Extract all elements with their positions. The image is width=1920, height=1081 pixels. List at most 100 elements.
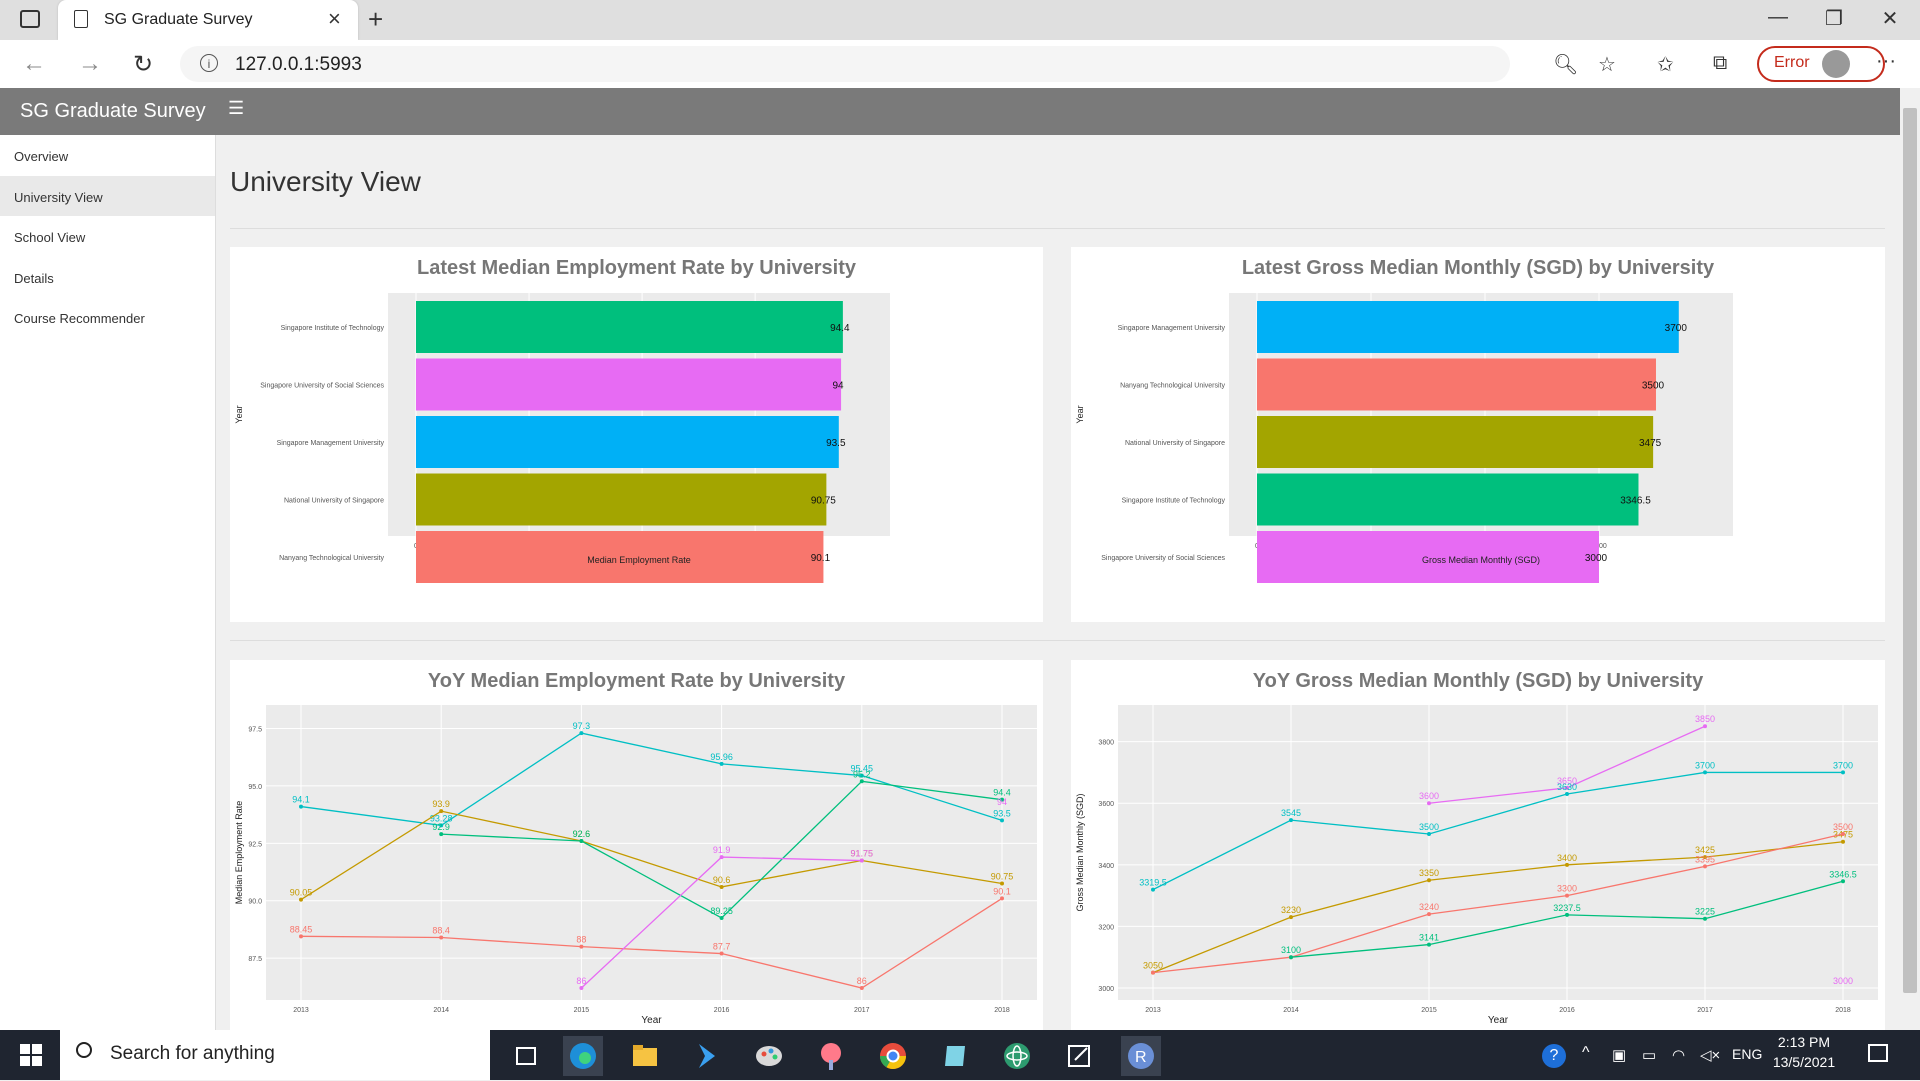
vscode-icon[interactable] xyxy=(687,1036,727,1076)
data-label: 3000 xyxy=(1833,976,1853,986)
more-icon[interactable]: ··· xyxy=(1876,50,1896,73)
data-label: 3395 xyxy=(1695,854,1715,864)
y-tick-label: Singapore University of Social Sciences xyxy=(1101,555,1225,562)
chart-panel-salary-latest: Latest Gross Median Monthly (SGD) by Uni… xyxy=(1071,247,1885,622)
data-label: 3319.5 xyxy=(1139,878,1167,888)
data-point xyxy=(859,779,864,784)
notes-app-icon[interactable] xyxy=(935,1036,975,1076)
windows-start-icon[interactable] xyxy=(20,1044,42,1066)
data-point xyxy=(1151,970,1155,975)
zoom-icon[interactable]: 🔍︎ xyxy=(1553,52,1578,77)
clock-time: 2:13 PM xyxy=(1777,1034,1831,1050)
data-point xyxy=(579,986,584,990)
chevron-up-icon[interactable]: ^ xyxy=(1582,1044,1590,1062)
data-label: 3300 xyxy=(1557,884,1577,894)
url-text[interactable]: 127.0.0.1:5993 xyxy=(235,54,362,76)
data-label: 3630 xyxy=(1557,782,1577,792)
x-tick-label: 2013 xyxy=(1145,1007,1161,1014)
data-label: 3500 xyxy=(1833,822,1853,832)
y-tick-label: 90.0 xyxy=(248,899,262,906)
data-label: 86 xyxy=(857,976,867,986)
favorites-icon[interactable]: ✩ xyxy=(1657,52,1674,77)
wifi-icon[interactable]: ◠ xyxy=(1672,1046,1685,1064)
file-explorer-icon[interactable] xyxy=(625,1036,665,1076)
site-info-icon[interactable]: i xyxy=(200,54,218,72)
data-label: 3237.5 xyxy=(1553,903,1581,913)
chrome-icon[interactable] xyxy=(873,1036,913,1076)
data-point xyxy=(1703,916,1707,921)
snipping-tool-icon[interactable] xyxy=(811,1036,851,1076)
data-point xyxy=(299,804,303,809)
url-field[interactable] xyxy=(180,46,1510,82)
battery-icon[interactable]: ▭ xyxy=(1642,1046,1656,1064)
bar xyxy=(416,473,827,526)
tab-actions-icon[interactable] xyxy=(20,10,40,28)
y-axis-label: Median Employment Rate xyxy=(234,801,244,905)
y-axis-label: Gross Median Monthly (SGD) xyxy=(1075,793,1085,911)
search-icon xyxy=(76,1042,92,1058)
data-label: 3700 xyxy=(1665,323,1688,334)
task-view-icon[interactable] xyxy=(506,1036,546,1076)
y-tick-label: 92.5 xyxy=(248,841,262,848)
paint-icon[interactable] xyxy=(749,1036,789,1076)
atom-icon[interactable] xyxy=(997,1036,1037,1076)
forward-icon[interactable]: → xyxy=(78,50,102,78)
data-label: 93.9 xyxy=(432,799,450,809)
y-axis-label: Year xyxy=(234,405,244,423)
x-tick-label: 2016 xyxy=(714,1007,730,1014)
y-tick-label: Nanyang Technological University xyxy=(279,555,384,562)
app-header xyxy=(0,88,1900,135)
data-point xyxy=(1427,942,1431,947)
data-label: 94 xyxy=(997,797,1007,807)
data-point xyxy=(1151,887,1155,892)
y-tick-label: 87.5 xyxy=(248,956,262,963)
data-label: 3545 xyxy=(1281,808,1301,818)
clock[interactable]: 2:13 PM 13/5/2021 xyxy=(1764,1034,1844,1070)
close-tab-icon[interactable]: × xyxy=(328,6,341,32)
new-tab-icon[interactable]: + xyxy=(368,4,383,35)
language-indicator[interactable]: ENG xyxy=(1732,1046,1762,1062)
sidebar-item-details[interactable]: Details xyxy=(0,257,215,297)
data-label: 3500 xyxy=(1419,822,1439,832)
add-favorite-icon[interactable]: ☆ xyxy=(1598,52,1616,77)
data-point xyxy=(299,897,303,902)
restore-icon[interactable]: ❐ xyxy=(1809,6,1859,31)
data-point xyxy=(579,944,584,949)
taskbar-search-placeholder[interactable]: Search for anything xyxy=(110,1043,275,1065)
data-label: 94.1 xyxy=(292,795,310,805)
help-icon[interactable]: ? xyxy=(1542,1044,1566,1068)
data-point xyxy=(1703,724,1707,729)
refresh-icon[interactable]: ↻ xyxy=(133,50,153,79)
scrollbar-thumb[interactable] xyxy=(1903,108,1917,993)
r-app-icon[interactable]: R xyxy=(1121,1036,1161,1076)
plot-background xyxy=(266,705,1037,1000)
back-icon[interactable]: ← xyxy=(22,50,46,78)
sidebar-item-university-view[interactable]: University View xyxy=(0,176,215,216)
data-label: 90.1 xyxy=(993,886,1011,896)
notifications-icon[interactable] xyxy=(1868,1044,1888,1062)
sidebar-item-school-view[interactable]: School View xyxy=(0,216,215,256)
y-tick-label: 3200 xyxy=(1098,924,1114,931)
data-label: 89.25 xyxy=(710,906,733,916)
data-point xyxy=(1289,818,1293,823)
close-window-icon[interactable]: ✕ xyxy=(1865,6,1915,31)
employment-rate-bar-chart: Latest Median Employment Rate by Univers… xyxy=(234,257,890,583)
editor-icon[interactable] xyxy=(1059,1036,1099,1076)
sidebar-item-course-recommender[interactable]: Course Recommender xyxy=(0,297,215,337)
y-tick-label: 3000 xyxy=(1098,986,1114,993)
minimize-icon[interactable]: — xyxy=(1753,6,1803,29)
edge-icon[interactable] xyxy=(563,1036,603,1076)
collections-icon[interactable]: ⧉ xyxy=(1713,52,1727,75)
camera-icon[interactable]: ▣ xyxy=(1612,1046,1626,1064)
y-tick-label: Nanyang Technological University xyxy=(1120,383,1225,390)
data-point xyxy=(1000,818,1004,823)
menu-toggle-icon[interactable]: ☰ xyxy=(228,98,244,119)
chart-panel-salary-yoy: YoY Gross Median Monthly (SGD) by Univer… xyxy=(1071,660,1885,1030)
volume-muted-icon[interactable]: ◁× xyxy=(1700,1046,1720,1064)
sidebar-item-overview[interactable]: Overview xyxy=(0,135,215,175)
data-label: 3700 xyxy=(1695,760,1715,770)
data-point xyxy=(1565,912,1569,917)
x-axis-label: Year xyxy=(1488,1015,1509,1026)
tab-title: SG Graduate Survey xyxy=(104,11,253,28)
data-point xyxy=(1000,896,1004,901)
